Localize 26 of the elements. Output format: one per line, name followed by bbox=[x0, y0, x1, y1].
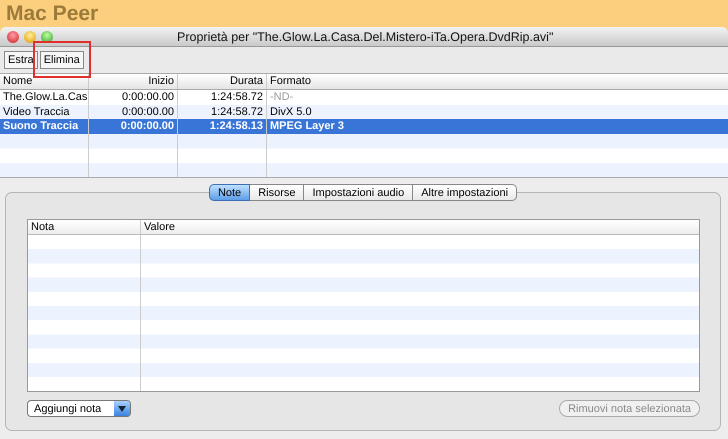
column-header[interactable]: Inizio bbox=[89, 74, 178, 89]
table-cell: 0:00:00.00 bbox=[89, 119, 178, 134]
column-header[interactable]: Formato bbox=[267, 74, 728, 89]
tab[interactable]: Impostazioni audio bbox=[304, 184, 414, 201]
column-header[interactable]: Nome bbox=[0, 74, 89, 89]
zoom-icon[interactable] bbox=[41, 30, 53, 42]
table-cell: 1:24:58.13 bbox=[178, 119, 267, 134]
table-cell-text: DivX 5.0 bbox=[269, 104, 313, 119]
column-header[interactable]: Valore bbox=[141, 220, 699, 234]
toolbar-button[interactable]: Elimina bbox=[40, 51, 84, 69]
app-title: Mac Peer bbox=[6, 2, 98, 26]
minimize-icon[interactable] bbox=[24, 30, 36, 42]
column-header[interactable]: Durata bbox=[178, 74, 267, 89]
table-cell: Suono Traccia bbox=[0, 119, 89, 134]
table-cell-text: -ND- bbox=[269, 90, 294, 104]
window-title: Proprietà per "The.Glow.La.Casa.Del.Mistero-iTa.Opera.DvdRip.avi" bbox=[177, 30, 554, 44]
add-note-dropdown[interactable]: Aggiungi nota bbox=[27, 400, 131, 417]
tab[interactable]: Note bbox=[208, 184, 250, 201]
tab[interactable]: Altre impostazioni bbox=[413, 184, 518, 201]
close-icon[interactable] bbox=[7, 30, 19, 42]
column-header[interactable]: Nota bbox=[28, 220, 141, 234]
track-row[interactable]: Suono Traccia 0:00:00.00 1:24:58.13 MPEG Layer 3 bbox=[0, 119, 728, 134]
toolbar-button[interactable]: Estra bbox=[4, 51, 38, 69]
tab[interactable]: Risorse bbox=[250, 184, 304, 201]
table-cell-text: MPEG Layer 3 bbox=[269, 119, 345, 134]
track-row[interactable]: Video Traccia 0:00:00.00 1:24:58.72 DivX 5.0 bbox=[0, 104, 728, 119]
